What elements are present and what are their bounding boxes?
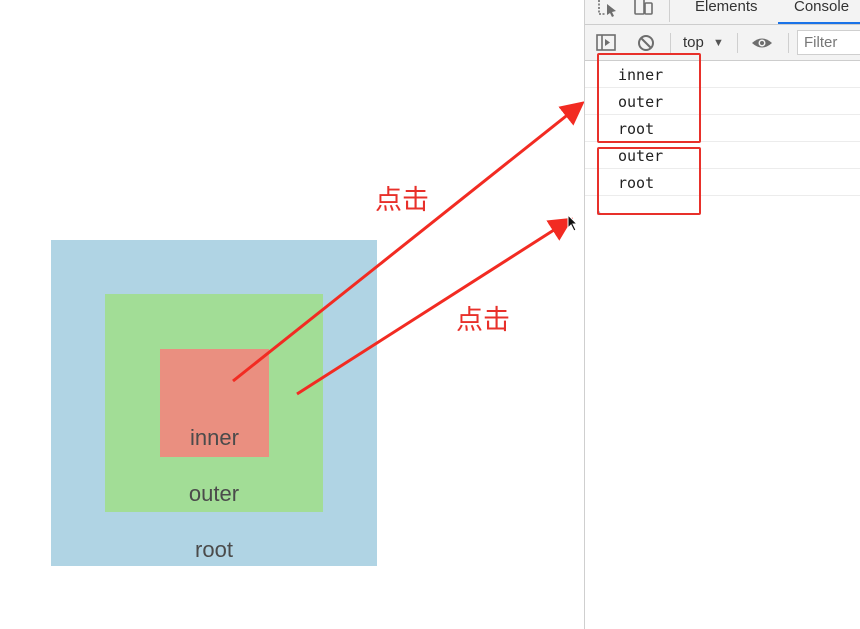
context-selector[interactable]: top <box>683 34 704 51</box>
mouse-cursor-icon <box>567 214 579 232</box>
live-expression-eye-icon[interactable] <box>751 34 775 52</box>
inner-label: inner <box>190 425 239 450</box>
inspect-element-icon[interactable] <box>597 0 619 18</box>
device-toolbar-icon[interactable] <box>633 0 655 18</box>
clear-console-icon[interactable] <box>637 34 657 52</box>
toolbar-separator <box>737 33 738 53</box>
tab-console[interactable]: Console <box>794 0 849 17</box>
outer-label: outer <box>188 481 240 506</box>
tab-elements[interactable]: Elements <box>695 0 758 17</box>
tab-separator <box>669 0 670 22</box>
highlight-box-first-click <box>597 53 701 143</box>
click-annotation-2: 点击 <box>456 305 510 336</box>
highlight-box-second-click <box>597 147 701 215</box>
inner-box[interactable]: inner <box>160 349 269 457</box>
root-label: root <box>195 537 233 562</box>
context-caret-icon[interactable]: ▼ <box>713 37 724 49</box>
toolbar-separator <box>788 33 789 53</box>
devtools-tab-bar: Elements Console <box>585 0 860 25</box>
filter-input[interactable]: Filter <box>797 30 860 55</box>
click-annotation-1: 点击 <box>375 185 429 216</box>
sidebar-toggle-icon[interactable] <box>596 34 618 52</box>
devtools-panel: Elements Console top ▼ Filter inner oute… <box>584 0 860 629</box>
toolbar-separator <box>670 33 671 53</box>
active-tab-indicator <box>778 22 860 24</box>
